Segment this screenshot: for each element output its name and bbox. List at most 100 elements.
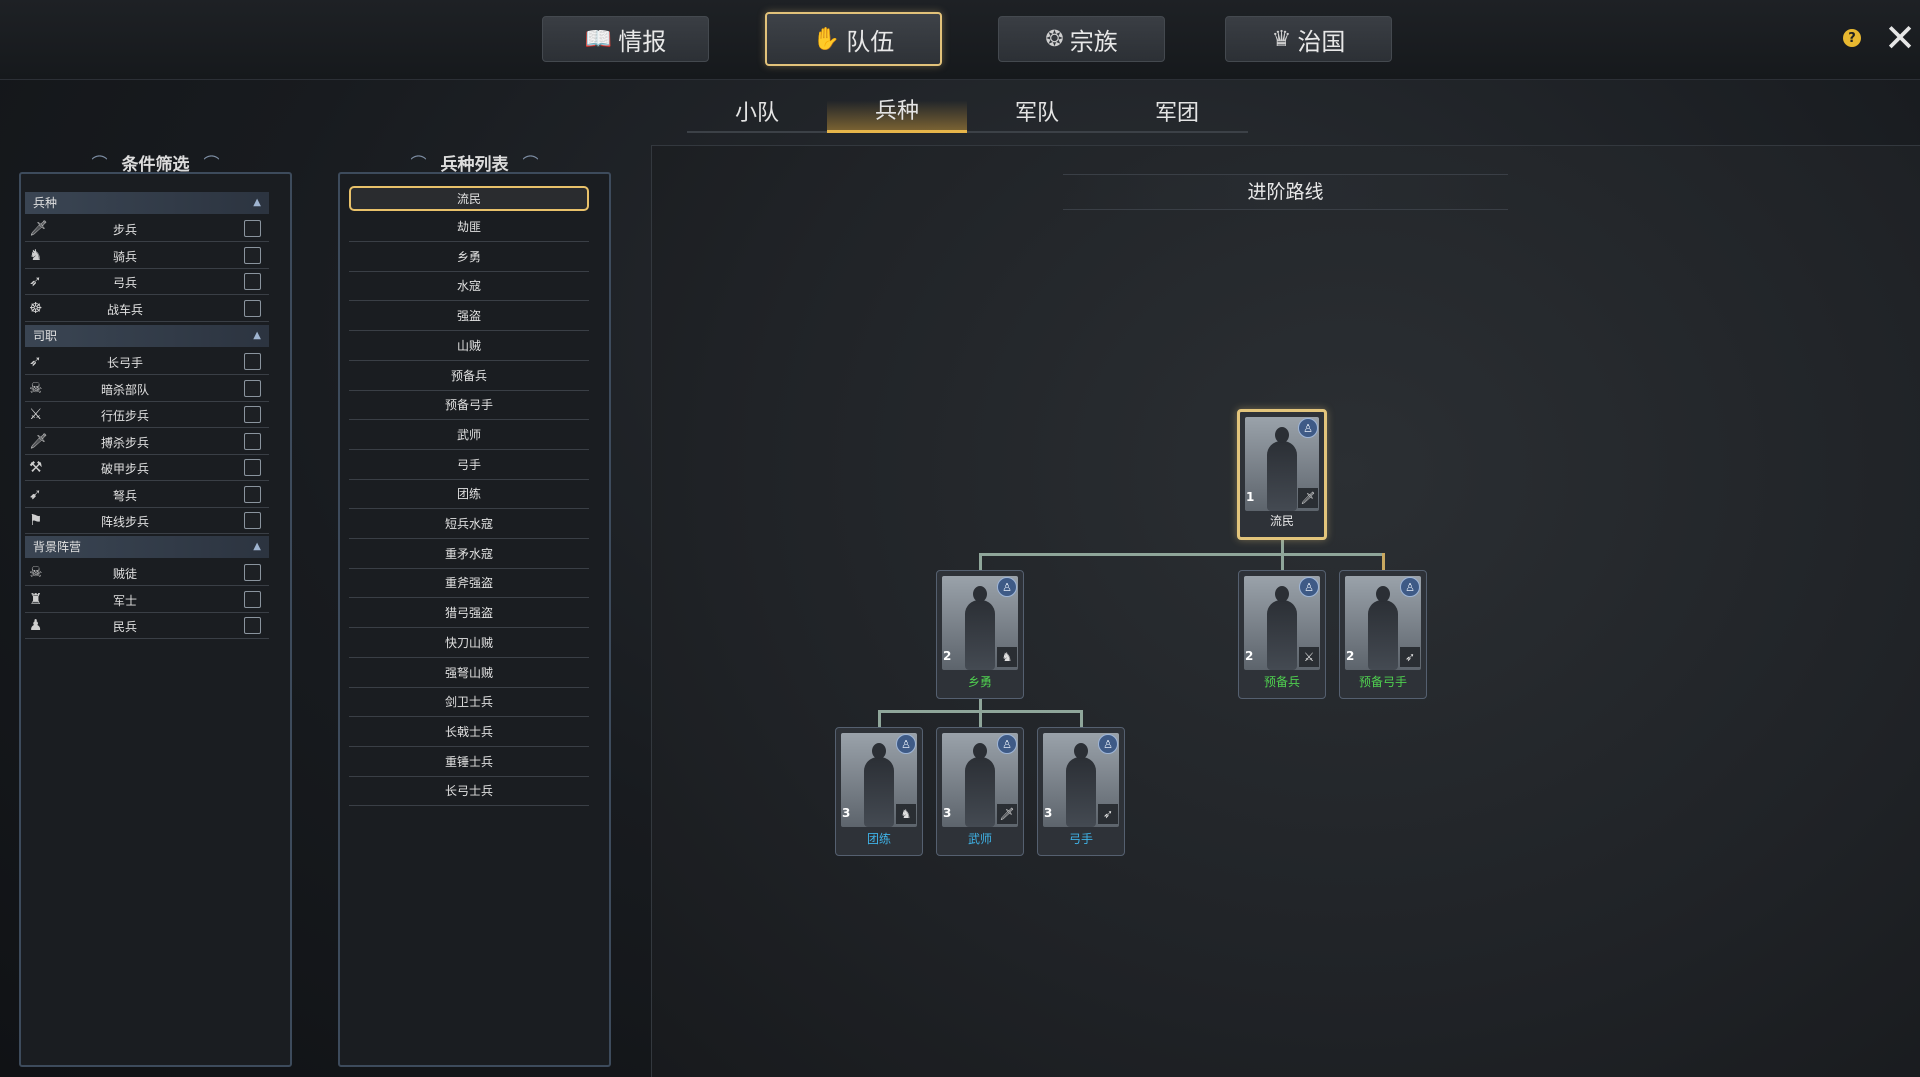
faction-badge-icon: ♙ xyxy=(1400,577,1420,597)
filter-checkbox[interactable] xyxy=(244,273,261,290)
unit-list-item[interactable]: 强盗 xyxy=(349,302,589,332)
unit-list-item[interactable]: 长戟士兵 xyxy=(349,718,589,747)
filter-checkbox[interactable] xyxy=(244,512,261,529)
filter-row[interactable]: ⚒ 破甲步兵 xyxy=(25,455,269,481)
unit-card[interactable]: ♙ 2 ⚔ 预备兵 xyxy=(1238,570,1326,699)
unit-card[interactable]: ♙ 3 ♞ 团练 xyxy=(835,727,923,856)
unit-tier: 2 xyxy=(1245,649,1254,663)
unit-list-item[interactable]: 剑卫士兵 xyxy=(349,688,589,718)
filter-group-header[interactable]: 司职 ▲ xyxy=(25,325,269,347)
unit-tier: 3 xyxy=(943,806,952,820)
unit-card[interactable]: ♙ 1 🗡 流民 xyxy=(1237,409,1327,540)
tab-team[interactable]: ✋ 队伍 xyxy=(765,12,942,66)
unit-list-item[interactable]: 重锤士兵 xyxy=(349,748,589,777)
collapse-arrow-icon[interactable]: ▲ xyxy=(253,325,261,347)
filter-row[interactable]: ♟ 民兵 xyxy=(25,613,269,639)
subtab-squad[interactable]: 小队 xyxy=(687,88,827,133)
filter-row[interactable]: ☸ 战车兵 xyxy=(25,296,269,322)
filter-row[interactable]: ♜ 军士 xyxy=(25,587,269,613)
top-bar: 📖 情报 ✋ 队伍 ❂ 宗族 ♛ 治国 ? ✕ xyxy=(0,0,1920,80)
faction-badge-icon: ♙ xyxy=(1098,734,1118,754)
filter-checkbox[interactable] xyxy=(244,353,261,370)
unit-list-item[interactable]: 流民 xyxy=(349,186,589,211)
tab-label: 情报 xyxy=(618,27,667,56)
unit-list-item[interactable]: 快刀山贼 xyxy=(349,629,589,658)
subtab-unit-type[interactable]: 兵种 xyxy=(827,88,967,133)
filter-checkbox[interactable] xyxy=(244,406,261,423)
unit-list-item[interactable]: 预备弓手 xyxy=(349,391,589,421)
ornament-icon: ⌒ xyxy=(91,154,108,173)
tree-connector xyxy=(979,710,982,728)
filter-row[interactable]: ☠ 暗杀部队 xyxy=(25,376,269,402)
tree-connector xyxy=(1080,710,1083,728)
filter-row[interactable]: ☠ 贼徒 xyxy=(25,560,269,586)
filter-row[interactable]: ➹ 弩兵 xyxy=(25,482,269,508)
tree-connector xyxy=(1281,553,1284,571)
soldier-figure xyxy=(965,586,995,670)
filter-label: 弩兵 xyxy=(112,488,137,503)
filter-row[interactable]: ➶ 长弓手 xyxy=(25,349,269,375)
filter-checkbox[interactable] xyxy=(244,299,261,317)
filter-checkbox[interactable] xyxy=(244,564,261,581)
unit-list-item[interactable]: 团练 xyxy=(349,480,589,510)
unit-name: 团练 xyxy=(866,832,891,846)
ornament-icon: ⌒ xyxy=(410,154,427,173)
filter-checkbox[interactable] xyxy=(244,617,261,634)
filter-row[interactable]: ⚔ 行伍步兵 xyxy=(25,402,269,428)
unit-name: 弓手 xyxy=(1068,832,1093,846)
collapse-arrow-icon[interactable]: ▲ xyxy=(253,192,261,214)
unit-list-item[interactable]: 乡勇 xyxy=(349,243,589,272)
tree-connector xyxy=(979,553,982,571)
tab-intel[interactable]: 📖 情报 xyxy=(542,16,709,62)
filter-row[interactable]: ♞ 骑兵 xyxy=(25,243,269,269)
unit-list-item[interactable]: 强弩山贼 xyxy=(349,659,589,688)
unit-tier: 3 xyxy=(1044,806,1053,820)
unit-tier: 3 xyxy=(842,806,851,820)
filter-panel-title: 条件筛选 xyxy=(121,154,190,175)
filter-label: 行伍步兵 xyxy=(100,409,149,423)
tab-clan[interactable]: ❂ 宗族 xyxy=(998,16,1165,62)
unit-card[interactable]: ♙ 2 ♞ 乡勇 xyxy=(936,570,1024,699)
filter-checkbox[interactable] xyxy=(244,246,261,264)
unit-list-item[interactable]: 水寇 xyxy=(349,272,589,302)
faction-badge-icon: ♙ xyxy=(1298,418,1318,438)
unit-list-item[interactable]: 长弓士兵 xyxy=(349,777,589,807)
subtab-legion[interactable]: 军团 xyxy=(1107,88,1247,133)
filter-checkbox[interactable] xyxy=(244,459,261,476)
unit-list-item[interactable]: 猎弓强盗 xyxy=(349,599,589,629)
unit-list-item[interactable]: 短兵水寇 xyxy=(349,510,589,539)
faction-badge-icon: ♙ xyxy=(997,577,1017,597)
filter-checkbox[interactable] xyxy=(244,485,261,503)
collapse-arrow-icon[interactable]: ▲ xyxy=(253,536,261,558)
unit-list-item[interactable]: 重矛水寇 xyxy=(349,540,589,569)
unit-list-item[interactable]: 山贼 xyxy=(349,332,589,361)
filter-group-header[interactable]: 兵种 ▲ xyxy=(25,192,269,214)
unit-card[interactable]: ♙ 3 🗡 武师 xyxy=(936,727,1024,856)
unit-list-item[interactable]: 劫匪 xyxy=(349,213,589,242)
unit-card[interactable]: ♙ 2 ➶ 预备弓手 xyxy=(1339,570,1427,699)
help-icon[interactable]: ? xyxy=(1843,29,1861,47)
unit-list-item[interactable]: 弓手 xyxy=(349,451,589,480)
filter-checkbox[interactable] xyxy=(244,590,261,608)
filter-checkbox[interactable] xyxy=(244,379,261,397)
tree-connector xyxy=(1382,553,1385,571)
subtab-army[interactable]: 军队 xyxy=(967,88,1107,133)
unit-card[interactable]: ♙ 3 ➶ 弓手 xyxy=(1037,727,1125,856)
filter-group-header[interactable]: 背景阵营 ▲ xyxy=(25,536,269,558)
filter-row[interactable]: ➶ 弓兵 xyxy=(25,269,269,295)
soldier-figure xyxy=(1066,743,1096,827)
filter-checkbox[interactable] xyxy=(244,220,261,237)
unit-list-item[interactable]: 重斧强盗 xyxy=(349,569,589,599)
filter-group-label: 司职 xyxy=(33,329,58,343)
close-icon[interactable]: ✕ xyxy=(1882,18,1918,58)
unit-list-item[interactable]: 预备兵 xyxy=(349,362,589,391)
unit-list-item[interactable]: 武师 xyxy=(349,421,589,450)
filter-checkbox[interactable] xyxy=(244,432,261,450)
filter-row[interactable]: ⚑ 阵线步兵 xyxy=(25,508,269,534)
soldier-figure xyxy=(1368,586,1398,670)
tab-state[interactable]: ♛ 治国 xyxy=(1225,16,1392,62)
filter-row[interactable]: 🗡 步兵 xyxy=(25,216,269,242)
soldier-figure xyxy=(1267,586,1297,670)
book-icon: 📖 xyxy=(584,26,613,52)
filter-row[interactable]: 🗡 搏杀步兵 xyxy=(25,429,269,455)
